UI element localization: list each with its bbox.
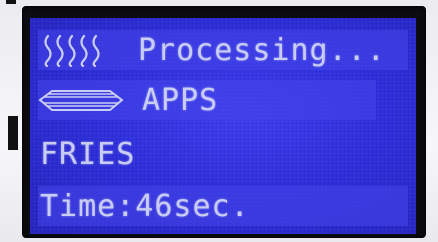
item-row: FRIES (38, 136, 408, 176)
time-row: Time:46sec. (38, 186, 408, 226)
time-readout: Time:46sec. (40, 189, 250, 224)
program-name: APPS (142, 83, 219, 118)
program-row: APPS (38, 80, 376, 120)
lcd-screen: Processing... APPS FRIES Time:46sec. (30, 18, 416, 234)
frame-edge-mark-top (6, 0, 16, 4)
tray-icon (38, 83, 124, 117)
frame-edge-mark-mid (8, 116, 18, 150)
status-row: Processing... (38, 30, 408, 70)
item-name: FRIES (40, 137, 136, 172)
status-text: Processing... (138, 33, 386, 68)
heat-waves-icon (40, 33, 118, 68)
device-frame: Processing... APPS FRIES Time:46sec. (0, 0, 438, 242)
